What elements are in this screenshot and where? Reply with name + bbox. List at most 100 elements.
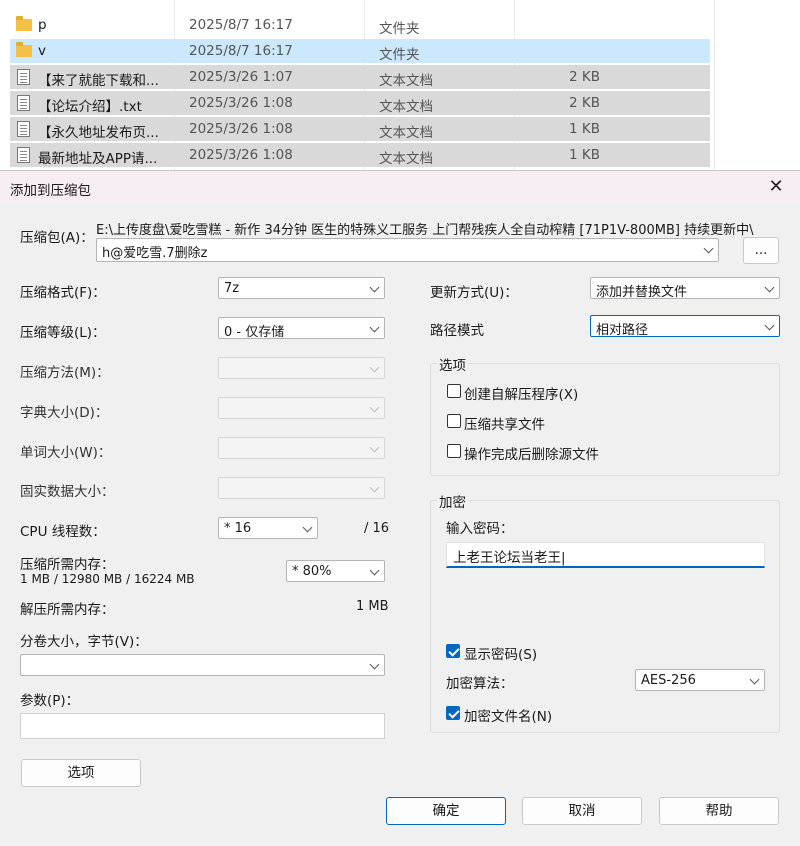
shared-checkbox[interactable]: [447, 414, 461, 428]
encryption-group-title: 加密: [437, 491, 468, 511]
show-password-checkbox[interactable]: [446, 644, 460, 658]
options-button[interactable]: 选项: [21, 759, 141, 787]
cancel-button[interactable]: 取消: [522, 797, 642, 825]
solid-select[interactable]: [218, 477, 385, 499]
update-select[interactable]: 添加并替换文件: [590, 277, 780, 300]
sfx-checkbox-label[interactable]: 创建自解压程序(X): [464, 383, 578, 403]
chevron-down-icon: [764, 320, 775, 331]
file-date: 2025/3/26 1:08: [189, 121, 293, 137]
solid-label: 固实数据大小：: [20, 484, 115, 500]
mem-comp-select[interactable]: * 80%: [286, 560, 385, 582]
file-name: 【论坛介绍】.txt: [38, 99, 142, 115]
update-value: 添加并替换文件: [596, 285, 688, 300]
shared-checkbox-label[interactable]: 压缩共享文件: [464, 413, 545, 433]
chevron-down-icon: [302, 522, 313, 533]
file-row[interactable]: 最新地址及APP请... 2025/3/26 1:08 文本文档 1 KB: [10, 143, 710, 167]
file-date: 2025/3/26 1:08: [189, 95, 293, 111]
file-row[interactable]: p 2025/8/7 16:17 文件夹: [10, 13, 710, 37]
format-select[interactable]: 7z: [218, 277, 385, 299]
split-label: 分卷大小，字节(V)：: [20, 634, 148, 650]
file-type: 文件夹: [379, 21, 420, 37]
file-explorer-list: p 2025/8/7 16:17 文件夹 v 2025/8/7 16:17 文件…: [0, 0, 800, 170]
file-row[interactable]: v 2025/8/7 16:17 文件夹: [10, 39, 710, 63]
column-divider: [714, 0, 715, 170]
enc-method-label: 加密算法：: [446, 676, 514, 692]
file-size: 1 KB: [569, 121, 600, 137]
chevron-down-icon: [369, 362, 380, 373]
chevron-down-icon: [369, 565, 380, 576]
chevron-down-icon: [703, 243, 714, 254]
mem-comp-detail: 1 MB / 12980 MB / 16224 MB: [20, 572, 195, 586]
file-size: 2 KB: [569, 95, 600, 111]
file-name: v: [38, 43, 46, 59]
file-name: p: [38, 17, 47, 33]
ok-button[interactable]: 确定: [386, 797, 506, 825]
mem-comp-value: * 80%: [292, 564, 332, 579]
file-row[interactable]: 【来了就能下载和... 2025/3/26 1:07 文本文档 2 KB: [10, 65, 710, 89]
word-select[interactable]: [218, 437, 385, 459]
params-input[interactable]: [20, 713, 385, 739]
format-value: 7z: [224, 281, 240, 296]
options-group-title: 选项: [437, 354, 468, 374]
threads-total: / 16: [364, 521, 390, 536]
folder-icon: [16, 16, 32, 33]
pathmode-select[interactable]: 相对路径: [590, 315, 780, 338]
file-name: 【来了就能下载和...: [38, 73, 159, 89]
threads-value: * 16: [224, 521, 252, 536]
sfx-checkbox[interactable]: [447, 384, 461, 398]
archive-name-value: h@爱吃雪.7删除z: [102, 246, 208, 261]
update-label: 更新方式(U)：: [430, 285, 518, 301]
method-select[interactable]: [218, 357, 385, 379]
file-row[interactable]: 【论坛介绍】.txt 2025/3/26 1:08 文本文档 2 KB: [10, 91, 710, 115]
browse-button[interactable]: ...: [743, 237, 779, 264]
text-file-icon: [16, 147, 32, 163]
threads-select[interactable]: * 16: [218, 517, 318, 539]
file-size: 1 KB: [569, 147, 600, 163]
dialog-titlebar[interactable]: 添加到压缩包 ✕: [0, 171, 800, 203]
folder-icon: [16, 42, 32, 59]
chevron-down-icon: [764, 282, 775, 293]
file-date: 2025/3/26 1:08: [189, 147, 293, 163]
level-select[interactable]: 0 - 仅存储: [218, 317, 385, 340]
chevron-down-icon: [369, 402, 380, 413]
file-name: 最新地址及APP请...: [38, 151, 158, 167]
encrypt-names-label[interactable]: 加密文件名(N): [464, 705, 552, 725]
file-type: 文本文档: [379, 99, 433, 115]
delete-source-checkbox[interactable]: [447, 444, 461, 458]
split-select[interactable]: [20, 654, 385, 676]
dialog-title: 添加到压缩包: [10, 183, 91, 199]
file-type: 文本文档: [379, 151, 433, 167]
params-label: 参数(P)：: [20, 693, 80, 709]
text-file-icon: [16, 69, 32, 85]
encrypt-names-checkbox[interactable]: [446, 706, 460, 720]
dict-select[interactable]: [218, 397, 385, 419]
text-file-icon: [16, 95, 32, 111]
file-date: 2025/8/7 16:17: [189, 17, 293, 33]
chevron-down-icon: [369, 282, 380, 293]
delete-source-checkbox-label[interactable]: 操作完成后删除源文件: [464, 443, 599, 463]
help-button[interactable]: 帮助: [659, 797, 779, 825]
archive-path: E:\上传度盘\爱吃雪糕 - 新作 34分钟 医生的特殊义工服务 上门帮残疾人全…: [96, 223, 754, 238]
password-input[interactable]: 上老王论坛当老王|: [446, 542, 765, 568]
enc-method-select[interactable]: AES-256: [635, 669, 765, 691]
file-date: 2025/8/7 16:17: [189, 43, 293, 59]
close-icon[interactable]: ✕: [752, 171, 800, 203]
show-password-label[interactable]: 显示密码(S): [464, 643, 537, 663]
archive-name-combo[interactable]: h@爱吃雪.7删除z: [96, 238, 719, 262]
add-to-archive-dialog: 添加到压缩包 ✕ 压缩包(A)： E:\上传度盘\爱吃雪糕 - 新作 34分钟 …: [0, 170, 800, 846]
file-type: 文本文档: [379, 125, 433, 141]
level-label: 压缩等级(L)：: [20, 325, 106, 341]
threads-label: CPU 线程数：: [20, 524, 106, 540]
chevron-down-icon: [369, 482, 380, 493]
mem-decomp-label: 解压所需内存：: [20, 602, 115, 618]
password-value: 上老王论坛当老王|: [453, 550, 566, 566]
word-label: 单词大小(W)：: [20, 445, 112, 461]
pathmode-value: 相对路径: [596, 323, 649, 338]
chevron-down-icon: [369, 322, 380, 333]
file-date: 2025/3/26 1:07: [189, 69, 293, 85]
file-name: 【永久地址发布页...: [38, 125, 159, 141]
file-row[interactable]: 【永久地址发布页... 2025/3/26 1:08 文本文档 1 KB: [10, 117, 710, 141]
chevron-down-icon: [749, 674, 760, 685]
mem-comp-label: 压缩所需内存：: [20, 557, 115, 573]
text-file-icon: [16, 121, 32, 137]
